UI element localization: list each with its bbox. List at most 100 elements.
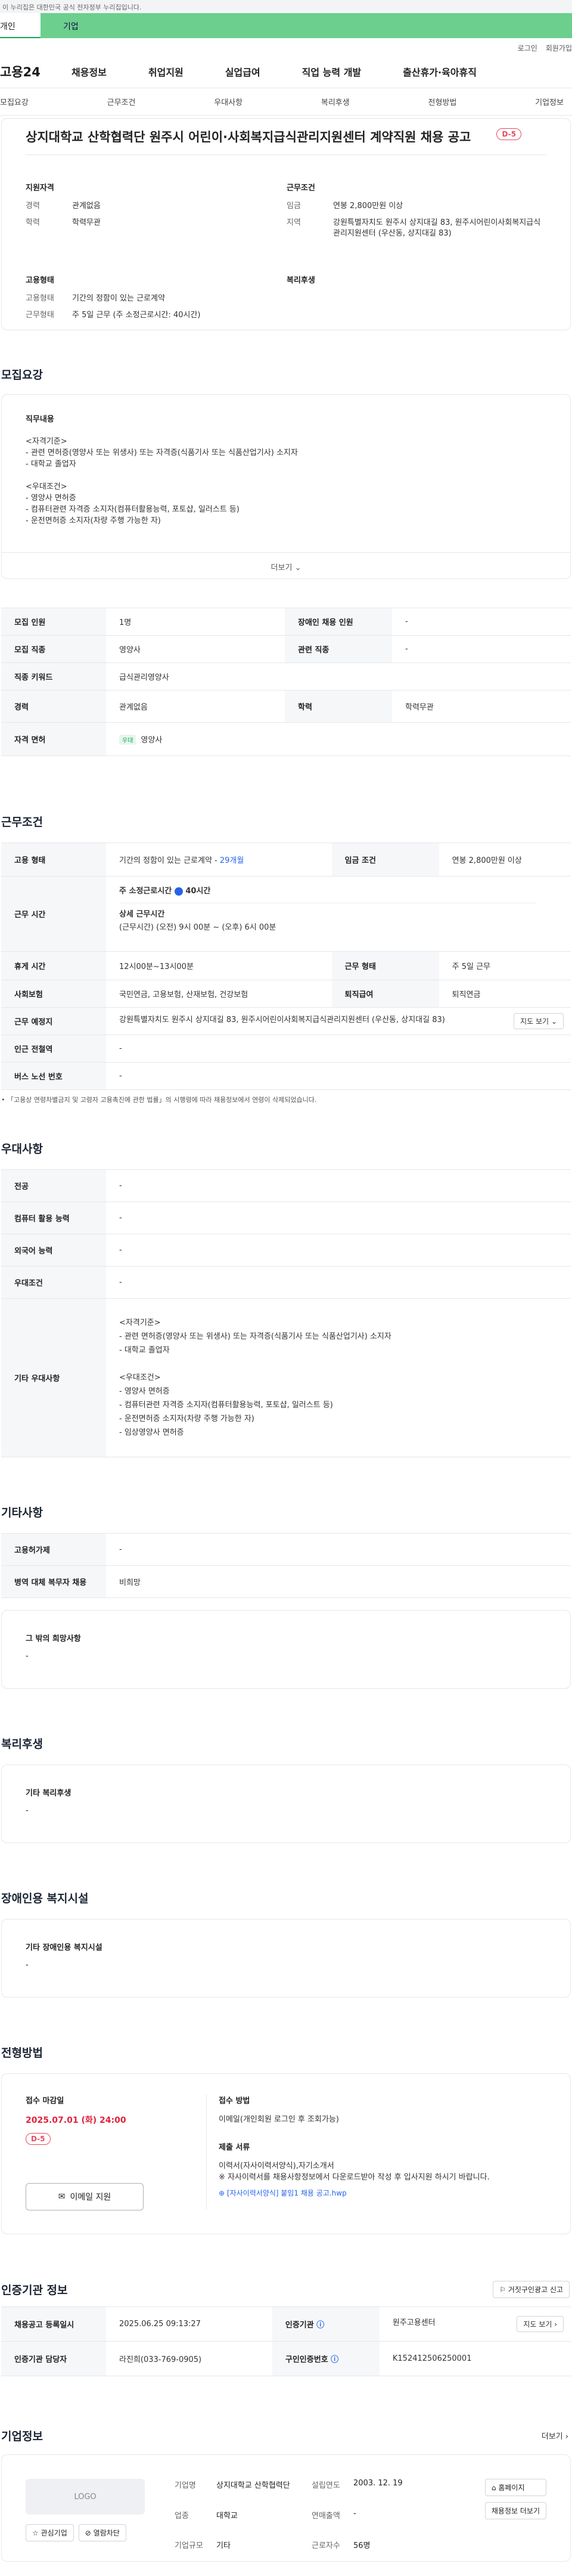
cell-value: 영양사 — [106, 635, 285, 663]
cell-label: 인증기관 담당자 — [1, 2341, 106, 2376]
cell-label: 인근 전철역 — [1, 1035, 106, 1063]
emp-months: 29개월 — [219, 856, 244, 865]
cond-label: 지역 — [287, 218, 301, 227]
company-info-value: 2003. 12. 19 — [353, 2479, 403, 2488]
cell-value: 주 5일 근무 — [439, 951, 571, 980]
info-icon: ⓘ — [316, 2321, 325, 2330]
map-button[interactable]: 지도 보기 ⌄ — [514, 1013, 564, 1029]
cell-value: 우대 영양사 — [106, 722, 571, 756]
tab-corporate[interactable]: 기업 — [41, 13, 572, 38]
subnav-company[interactable]: 기업정보 — [535, 96, 564, 107]
table-row: 우대조건 - — [1, 1266, 571, 1299]
welfare-value: - — [26, 1806, 29, 1815]
report-label: 거짓구인광고 신고 — [508, 2286, 563, 2294]
cell-value: 주 소정근로시간 40시간 상세 근무시간 (근무시간) (오전) 9시 00분… — [106, 876, 571, 952]
emp-value: 주 5일 근무 (주 소정근로시간: 40시간) — [72, 311, 201, 320]
deadline-title: 접수 마감일 — [26, 2097, 64, 2106]
chevron-down-icon: ⌄ — [551, 1017, 557, 1026]
login-link[interactable]: 로그인 — [518, 43, 537, 55]
download-icon: ⊕ — [219, 2189, 225, 2197]
attachment-link[interactable]: ⊕ [자사이력서양식] 붙임1 채용 공고.hwp — [219, 2188, 347, 2198]
condition-section: 근무조건 임금 연봉 2,800만원 이상 지역 강원특별자치도 원주시 상지대길 … — [287, 181, 548, 245]
section-title-pref: 우대사항 — [1, 1143, 43, 1156]
company-more-link[interactable]: 더보기 › — [542, 2430, 568, 2441]
map-button[interactable]: 지도 보기 › — [517, 2316, 564, 2332]
table-row: 컴퓨터 활용 능력 - — [1, 1202, 571, 1234]
cell-value: - — [106, 1035, 571, 1063]
cell-label: 근무 시간 — [1, 876, 106, 952]
home-icon: ⌂ — [491, 2484, 496, 2492]
cell-label: 휴게 시간 — [1, 951, 106, 980]
more-label: 더보기 — [271, 564, 293, 572]
employment-type-section: 고용형태 고용형태 기간의 정함이 있는 근로계약 근무형태 주 5일 근무 (주 … — [26, 274, 287, 327]
cell-label: 인증기관 ⓘ — [272, 2306, 380, 2342]
cell-label: 고용허가제 — [1, 1533, 106, 1566]
company-logo-area: LOGO ☆ 관심기업 ⊘ 열람차단 — [26, 2479, 145, 2561]
gnb-item-jobs[interactable]: 채용정보 — [72, 64, 107, 79]
cell-label: 퇴직급여 — [331, 980, 439, 1008]
gnb-item-training[interactable]: 직업 능력 개발 — [302, 64, 361, 79]
clock-icon — [174, 887, 183, 896]
company-info-value: - — [353, 2509, 356, 2518]
subnav-work[interactable]: 근무조건 — [107, 96, 136, 107]
other-etc-box: 그 밖의 희망사항 - — [1, 1610, 571, 1689]
other-etc-value: - — [26, 1652, 29, 1661]
subnav-process[interactable]: 전형방법 — [428, 96, 457, 107]
subnav-pref[interactable]: 우대사항 — [214, 96, 243, 107]
cell-label: 직종 키워드 — [1, 662, 106, 691]
homepage-button[interactable]: ⌂ 홈페이지 — [484, 2479, 546, 2496]
cond-value: 연봉 2,800만원 이상 — [333, 202, 403, 210]
disabled-value: - — [26, 1961, 29, 1970]
cell-value: - — [392, 635, 571, 663]
cell-label: 구인인증번호 ⓘ — [272, 2341, 380, 2376]
company-jobs-button[interactable]: 채용정보 더보기 — [484, 2502, 546, 2519]
subnav-recruit[interactable]: 모집요강 — [0, 96, 29, 107]
cell-value: 2025.06.25 09:13:27 — [106, 2306, 272, 2342]
cell-label: 채용공고 등록일시 — [1, 2306, 106, 2342]
favorite-company-button[interactable]: ☆ 관심기업 — [26, 2524, 74, 2541]
signup-link[interactable]: 회원가입 — [546, 43, 572, 55]
company-info-value: 대학교 — [216, 2511, 238, 2521]
table-row: 사회보험 국민연금, 고용보험, 산재보험, 건강보험 퇴직급여 퇴직연금 — [1, 980, 571, 1008]
cell-value: 기간의 정함이 있는 근로계약 - 29개월 — [106, 843, 332, 877]
dday-badge: D-5 — [496, 128, 521, 140]
map-label: 지도 보기 — [520, 1017, 549, 1026]
disabled-box: 기타 장애인용 복지시설 - — [1, 1919, 571, 1998]
report-button[interactable]: ⚐ 거짓구인광고 신고 — [493, 2281, 570, 2298]
more-button[interactable]: 더보기 ⌄ — [2, 552, 570, 578]
section-title-process: 전형방법 — [1, 2046, 43, 2060]
section-title-company: 기업정보 — [1, 2430, 43, 2443]
company-info-grid: 기업명 상지대학교 산학협력단 설립연도 2003. 12. 19 업종 대학교 연매… — [175, 2479, 419, 2561]
process-card: 접수 마감일 2025.07.01 (화) 24:00 D-5 ✉ 이메일 지원 … — [1, 2073, 571, 2234]
cell-value: - — [106, 1266, 571, 1299]
section-title-recruit: 모집요강 — [1, 369, 43, 382]
subnav-welfare[interactable]: 복리후생 — [321, 96, 350, 107]
docs-value: 이력서(자사이력서양식),자기소개서 ※ 자사이력서를 채용사항정보에서 다운로… — [219, 2162, 490, 2182]
cell-value: 학력무관 — [392, 690, 571, 723]
table-row: 근무 예정지 강원특별자치도 원주시 상지대길 83, 원주시어린이사회복지급식관… — [1, 1007, 571, 1035]
cell-label: 경력 — [1, 690, 106, 723]
block-company-button[interactable]: ⊘ 열람차단 — [78, 2524, 126, 2541]
gnb-item-unemployment[interactable]: 실업급여 — [225, 64, 260, 79]
qualification-section: 지원자격 경력 관계없음 학력 학력무관 — [26, 181, 287, 245]
table-row: 인근 전철역 - — [1, 1035, 571, 1063]
pref-etc-body: <자격기준> - 관련 면허증(영양사 또는 위생사) 또는 자격증(식품기사 … — [119, 1318, 391, 1437]
cell-label: 사회보험 — [1, 980, 106, 1008]
job-title: 상지대학교 산학협력단 원주시 어린이·사회복지급식관리지원센터 계약직원 채용… — [26, 130, 471, 144]
gnb-item-employment-support[interactable]: 취업지원 — [148, 64, 184, 79]
welfare-box-title: 기타 복리후생 — [26, 1789, 72, 1798]
weekly-label: 주 소정근로시간 — [119, 887, 172, 896]
job-description-box: 직무내용 <자격기준> - 관련 면허증(영양사 또는 위생사) 또는 자격증(… — [1, 394, 571, 579]
tab-personal[interactable]: 개인 — [0, 13, 41, 38]
star-icon: ☆ — [32, 2529, 39, 2537]
cell-value: 연봉 2,800만원 이상 — [439, 843, 571, 877]
company-info-label: 근로자수 — [312, 2541, 340, 2551]
cell-value: - — [106, 1202, 571, 1234]
email-apply-button[interactable]: ✉ 이메일 지원 — [26, 2183, 144, 2210]
dday-badge: D-5 — [26, 2133, 51, 2145]
other-etc-title: 그 밖의 희망사항 — [26, 1634, 81, 1643]
company-card: LOGO ☆ 관심기업 ⊘ 열람차단 기업명 상지대학교 산학협력단 설립연도 20… — [1, 2454, 571, 2562]
gnb-item-leave[interactable]: 출산휴가·육아휴직 — [403, 64, 477, 79]
age-notice: • 「고용상 연령차별금지 및 고령자 고용촉진에 관한 법률」의 시행령에 따… — [1, 1096, 317, 1104]
site-logo[interactable]: 고용24 — [0, 63, 66, 80]
